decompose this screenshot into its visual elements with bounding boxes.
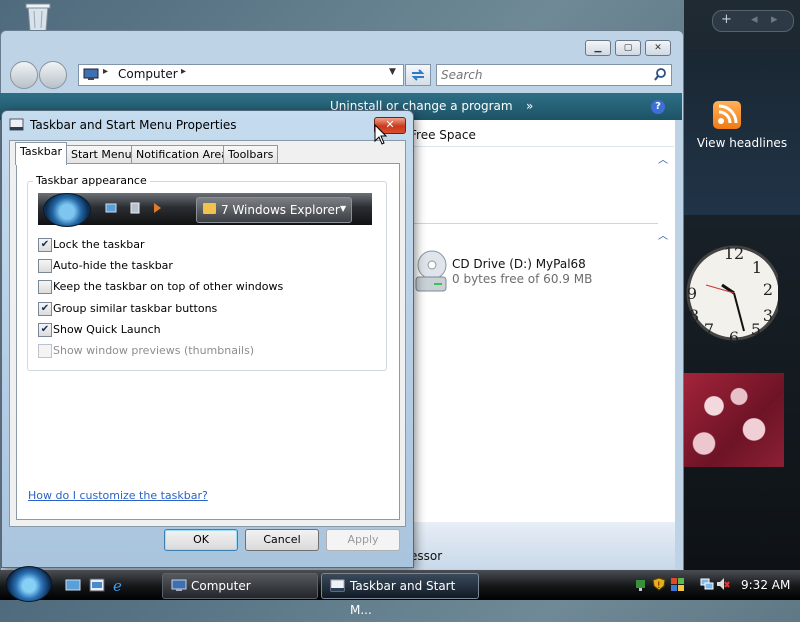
feed-gadget[interactable] — [684, 50, 800, 215]
back-arrow-icon[interactable] — [10, 61, 38, 89]
search-icon[interactable] — [654, 68, 667, 81]
preview-button-label: 7 Windows Explorer — [221, 203, 340, 217]
feed-label[interactable]: View headlines — [684, 136, 800, 150]
switch-windows-icon — [130, 202, 140, 214]
tab-toolbars[interactable]: Toolbars — [223, 145, 279, 164]
show-desktop-icon[interactable] — [65, 578, 81, 592]
auto-hide-checkbox[interactable] — [38, 259, 52, 273]
search-box[interactable] — [436, 64, 672, 86]
taskbar-button-label: Computer — [191, 579, 251, 593]
sidebar-next-button[interactable]: ▸ — [771, 12, 778, 27]
computer-icon — [171, 579, 187, 591]
column-header-free-space[interactable]: Free Space — [410, 128, 476, 142]
chevron-down-icon: ▼ — [340, 204, 347, 213]
group-buttons-checkbox[interactable]: ✔ — [38, 302, 52, 316]
ie-icon[interactable]: e — [111, 578, 127, 592]
security-center-icon[interactable] — [670, 577, 684, 591]
start-orb-icon[interactable] — [6, 566, 52, 602]
search-input[interactable] — [437, 65, 643, 85]
customize-taskbar-help-link[interactable]: How do I customize the taskbar? — [28, 489, 208, 502]
keep-on-top-label[interactable]: Keep the taskbar on top of other windows — [53, 280, 283, 293]
taskbar-properties-icon — [9, 118, 24, 131]
address-dropdown-icon[interactable]: ▼ — [389, 67, 396, 77]
clock-icon: 12 12 3 67 8 9 5 — [686, 244, 778, 347]
network-icon[interactable] — [634, 577, 648, 591]
rss-icon — [713, 101, 741, 129]
svg-text:!: ! — [657, 581, 661, 591]
folder-icon — [203, 203, 216, 214]
sidebar-controls: + ◂ ▸ — [712, 10, 794, 32]
quick-launch-label[interactable]: Show Quick Launch — [53, 323, 161, 336]
address-text[interactable]: Computer — [118, 67, 178, 81]
dialog-title: Taskbar and Start Menu Properties — [30, 118, 237, 132]
window-previews-checkbox — [38, 344, 52, 358]
svg-text:7: 7 — [704, 320, 714, 339]
media-player-icon — [154, 203, 161, 213]
network-icon[interactable] — [700, 577, 714, 591]
svg-text:8: 8 — [689, 306, 699, 325]
sidebar-prev-button[interactable]: ◂ — [751, 12, 758, 27]
slideshow-photo[interactable] — [684, 373, 784, 467]
details-pane-text: essor — [410, 549, 443, 563]
recycle-bin-icon[interactable] — [20, 2, 56, 32]
help-icon[interactable]: ? — [651, 100, 665, 114]
ok-button[interactable]: OK — [164, 529, 238, 551]
collapse-group-icon[interactable]: ︿ — [658, 151, 668, 166]
column-divider — [408, 146, 674, 147]
auto-hide-label[interactable]: Auto-hide the taskbar — [53, 259, 173, 272]
svg-text:12: 12 — [724, 244, 744, 263]
computer-icon — [83, 68, 99, 80]
taskbar-button-label: Taskbar and Start M... — [350, 579, 456, 617]
volume-muted-icon[interactable] — [716, 577, 730, 591]
close-window-button[interactable]: ✕ — [645, 40, 671, 56]
lock-taskbar-label[interactable]: Lock the taskbar — [53, 238, 145, 251]
more-commands-button[interactable]: » — [526, 99, 533, 113]
shield-icon[interactable]: ! — [652, 577, 666, 591]
notification-area: ! — [630, 576, 730, 594]
start-orb-icon — [43, 193, 91, 227]
sidebar-add-button[interactable]: + — [721, 12, 732, 27]
lock-taskbar-checkbox[interactable]: ✔ — [38, 238, 52, 252]
window-previews-label: Show window previews (thumbnails) — [53, 344, 255, 357]
minimize-button[interactable]: ▁ — [585, 40, 611, 56]
taskbar-button-computer[interactable]: Computer — [162, 573, 318, 599]
tab-taskbar[interactable]: Taskbar — [15, 142, 67, 165]
drive-name[interactable]: CD Drive (D:) MyPal68 — [452, 257, 586, 271]
drive-detail: 0 bytes free of 60.9 MB — [452, 272, 593, 286]
clock-time[interactable]: 9:32 AM — [741, 578, 790, 592]
group-label: Taskbar appearance — [33, 174, 150, 187]
svg-text:2: 2 — [763, 280, 773, 299]
taskbar-properties-icon — [330, 579, 345, 592]
mouse-cursor-icon — [374, 124, 388, 145]
svg-text:3: 3 — [763, 306, 773, 325]
svg-text:1: 1 — [752, 258, 762, 277]
quick-launch-checkbox[interactable]: ✔ — [38, 323, 52, 337]
collapse-group-icon[interactable]: ︿ — [658, 227, 668, 242]
svg-text:9: 9 — [687, 284, 697, 303]
taskbar-button-taskbar-properties[interactable]: Taskbar and Start M... — [321, 573, 479, 617]
svg-text:5: 5 — [751, 320, 761, 339]
show-desktop-icon — [105, 203, 117, 213]
tab-notification-area[interactable]: Notification Area — [131, 145, 233, 164]
svg-text:6: 6 — [729, 328, 739, 347]
apply-button: Apply — [326, 529, 400, 551]
forward-arrow-icon[interactable] — [39, 61, 67, 89]
cd-drive-icon[interactable] — [412, 249, 448, 295]
tab-start-menu[interactable]: Start Menu — [66, 145, 137, 164]
svg-text:e: e — [113, 578, 122, 592]
windows-explorer-icon[interactable] — [89, 578, 105, 592]
cancel-button[interactable]: Cancel — [245, 529, 319, 551]
group-divider — [408, 223, 658, 224]
group-buttons-label[interactable]: Group similar taskbar buttons — [53, 302, 217, 315]
breadcrumb-arrow-icon[interactable]: ▸ — [103, 66, 108, 77]
refresh-icon[interactable] — [405, 64, 431, 86]
keep-on-top-checkbox[interactable] — [38, 280, 52, 294]
maximize-button[interactable]: ▢ — [615, 40, 641, 56]
breadcrumb-arrow-icon[interactable]: ▸ — [181, 66, 186, 77]
